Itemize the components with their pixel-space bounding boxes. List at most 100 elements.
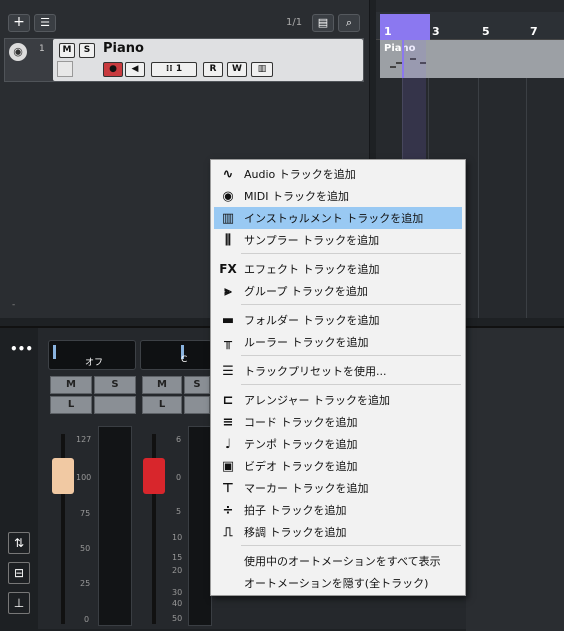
ruler-bar-7: 7: [530, 25, 538, 38]
menu-separator: [241, 355, 461, 356]
scale-mark: 25: [80, 579, 91, 588]
menu-item-add-sampler[interactable]: ⫼ サンプラー トラックを追加: [214, 229, 462, 251]
scale-mark: 127: [76, 435, 92, 444]
menu-item-add-instrument[interactable]: ▥ インストゥルメント トラックを追加: [214, 207, 462, 229]
midi-channel-value: 1: [175, 64, 183, 74]
menu-item-label: テンポ トラックを追加: [244, 438, 358, 451]
scale-mark: 15: [172, 553, 183, 562]
solo-button[interactable]: S: [79, 43, 95, 58]
fader-view-icon[interactable]: ⇅: [8, 532, 30, 554]
scale-mark: 50: [80, 544, 91, 553]
routing-view-icon[interactable]: ⊟: [8, 562, 30, 584]
menu-item-add-marker[interactable]: ⊤ マーカー トラックを追加: [214, 477, 462, 499]
menu-item-add-midi[interactable]: ◉ MIDI トラックを追加: [214, 185, 462, 207]
menu-item-add-chord[interactable]: ≡ コード トラックを追加: [214, 411, 462, 433]
read-automation-button[interactable]: R: [203, 62, 223, 77]
menu-item-add-tempo[interactable]: ♩ テンポ トラックを追加: [214, 433, 462, 455]
mute-button[interactable]: M: [59, 43, 75, 58]
menu-item-add-transpose[interactable]: ⎍ 移調 トラックを追加: [214, 521, 462, 543]
menu-item-add-effect[interactable]: FX エフェクト トラックを追加: [214, 258, 462, 280]
ruler-bar-1: 1: [384, 25, 392, 38]
menu-item-label: インストゥルメント トラックを追加: [244, 212, 424, 225]
menu-item-label: グループ トラックを追加: [244, 285, 368, 298]
menu-item-label: ルーラー トラックを追加: [244, 336, 369, 349]
scale-mark: 75: [80, 509, 91, 518]
ruler-icon: ╥: [224, 334, 232, 350]
channel-solo-button[interactable]: S: [94, 376, 136, 394]
keyboard-icon: ▥: [221, 210, 235, 226]
grid-line: [526, 40, 527, 318]
menu-item-add-arranger[interactable]: ⊏ アレンジャー トラックを追加: [214, 389, 462, 411]
audio-waveform-icon: ∿: [222, 166, 234, 182]
channel-listen-button[interactable]: L: [50, 396, 92, 414]
mixer-empty-area: [466, 328, 564, 631]
mixer-sidebar: ••• ⇅ ⊟ ⊥: [0, 328, 38, 631]
page-count: 1/1: [286, 17, 303, 28]
input-view-icon[interactable]: ⊥: [8, 592, 30, 614]
menu-item-show-used-automation[interactable]: 使用中のオートメーションをすべて表示: [214, 550, 462, 572]
track-name[interactable]: Piano: [103, 41, 144, 56]
level-meter: [188, 426, 212, 626]
channel-listen-button[interactable]: L: [142, 396, 182, 414]
write-automation-button[interactable]: W: [227, 62, 247, 77]
scale-mark: 100: [76, 473, 92, 482]
instrument-slot[interactable]: C: [140, 340, 212, 370]
scale-mark: 5: [176, 507, 182, 516]
video-icon: ▣: [221, 458, 235, 474]
scale-mark: 6: [176, 435, 182, 444]
add-track-context-menu: ∿ Audio トラックを追加 ◉ MIDI トラックを追加 ▥ インストゥルメ…: [210, 159, 466, 596]
menu-separator: [241, 384, 461, 385]
midi-channel-selector[interactable]: ⁞⁞ 1: [151, 62, 197, 77]
menu-item-label: 拍子 トラックを追加: [244, 504, 347, 517]
menu-item-use-track-preset[interactable]: ☰ トラックプリセットを使用...: [214, 360, 462, 382]
track-preset-button[interactable]: ☰: [34, 14, 56, 32]
menu-item-label: フォルダー トラックを追加: [244, 314, 380, 327]
channel-mute-button[interactable]: M: [142, 376, 182, 394]
scale-mark: 40: [172, 599, 183, 608]
menu-item-label: 移調 トラックを追加: [244, 526, 347, 539]
scale-mark: 0: [176, 473, 182, 482]
fader-handle-channel1[interactable]: [52, 458, 74, 494]
fader-handle-channel2[interactable]: [143, 458, 165, 494]
menu-item-add-group[interactable]: ⫸ グループ トラックを追加: [214, 280, 462, 302]
menu-item-label: サンプラー トラックを追加: [244, 234, 380, 247]
channel-edit-button[interactable]: [184, 396, 210, 414]
menu-item-label: オートメーションを隠す(全トラック): [244, 577, 429, 590]
menu-item-add-signature[interactable]: ÷ 拍子 トラックを追加: [214, 499, 462, 521]
menu-item-hide-automation[interactable]: オートメーションを隠す(全トラック): [214, 572, 462, 594]
ruler[interactable]: 1 3 5 7: [376, 12, 564, 40]
search-button[interactable]: ⌕: [338, 14, 360, 32]
scale-mark: 20: [172, 566, 183, 575]
channel-mute-button[interactable]: M: [50, 376, 92, 394]
scale-mark: 10: [172, 533, 183, 542]
menu-item-label: マーカー トラックを追加: [244, 482, 369, 495]
menu-separator: [241, 253, 461, 254]
channel-edit-button[interactable]: [94, 396, 136, 414]
arranger-icon: ⊏: [222, 392, 234, 408]
menu-separator: [241, 304, 461, 305]
menu-item-label: ビデオ トラックを追加: [244, 460, 358, 473]
fx-icon: FX: [219, 262, 237, 276]
record-enable-button[interactable]: ●: [103, 62, 123, 77]
more-options-button[interactable]: •••: [10, 342, 33, 356]
slot-label: オフ: [85, 358, 104, 368]
monitor-button[interactable]: ◀: [125, 62, 145, 77]
keyboard-icon[interactable]: ▥: [251, 62, 273, 77]
track-header: M S Piano ● ◀ ⁞⁞ 1 R W ▥: [53, 39, 363, 81]
menu-item-add-video[interactable]: ▣ ビデオ トラックを追加: [214, 455, 462, 477]
channel-solo-button[interactable]: S: [184, 376, 210, 394]
track-row-piano[interactable]: ◉ 1 M S Piano ● ◀ ⁞⁞ 1 R W ▥: [4, 38, 364, 82]
grid-line: [478, 40, 479, 318]
menu-item-add-audio[interactable]: ∿ Audio トラックを追加: [214, 163, 462, 185]
group-icon: ⫸: [224, 283, 232, 299]
scale-mark: 50: [172, 614, 183, 623]
track-color-swatch[interactable]: [57, 61, 73, 77]
menu-item-add-ruler[interactable]: ╥ ルーラー トラックを追加: [214, 331, 462, 353]
transpose-icon: ⎍: [223, 524, 233, 540]
add-track-button[interactable]: +: [8, 14, 30, 32]
grid-icon: ⁞⁞: [165, 64, 176, 74]
list-view-button[interactable]: ▤: [312, 14, 334, 32]
menu-item-add-folder[interactable]: ▬ フォルダー トラックを追加: [214, 309, 462, 331]
instrument-slot[interactable]: オフ: [48, 340, 136, 370]
menu-item-label: エフェクト トラックを追加: [244, 263, 380, 276]
